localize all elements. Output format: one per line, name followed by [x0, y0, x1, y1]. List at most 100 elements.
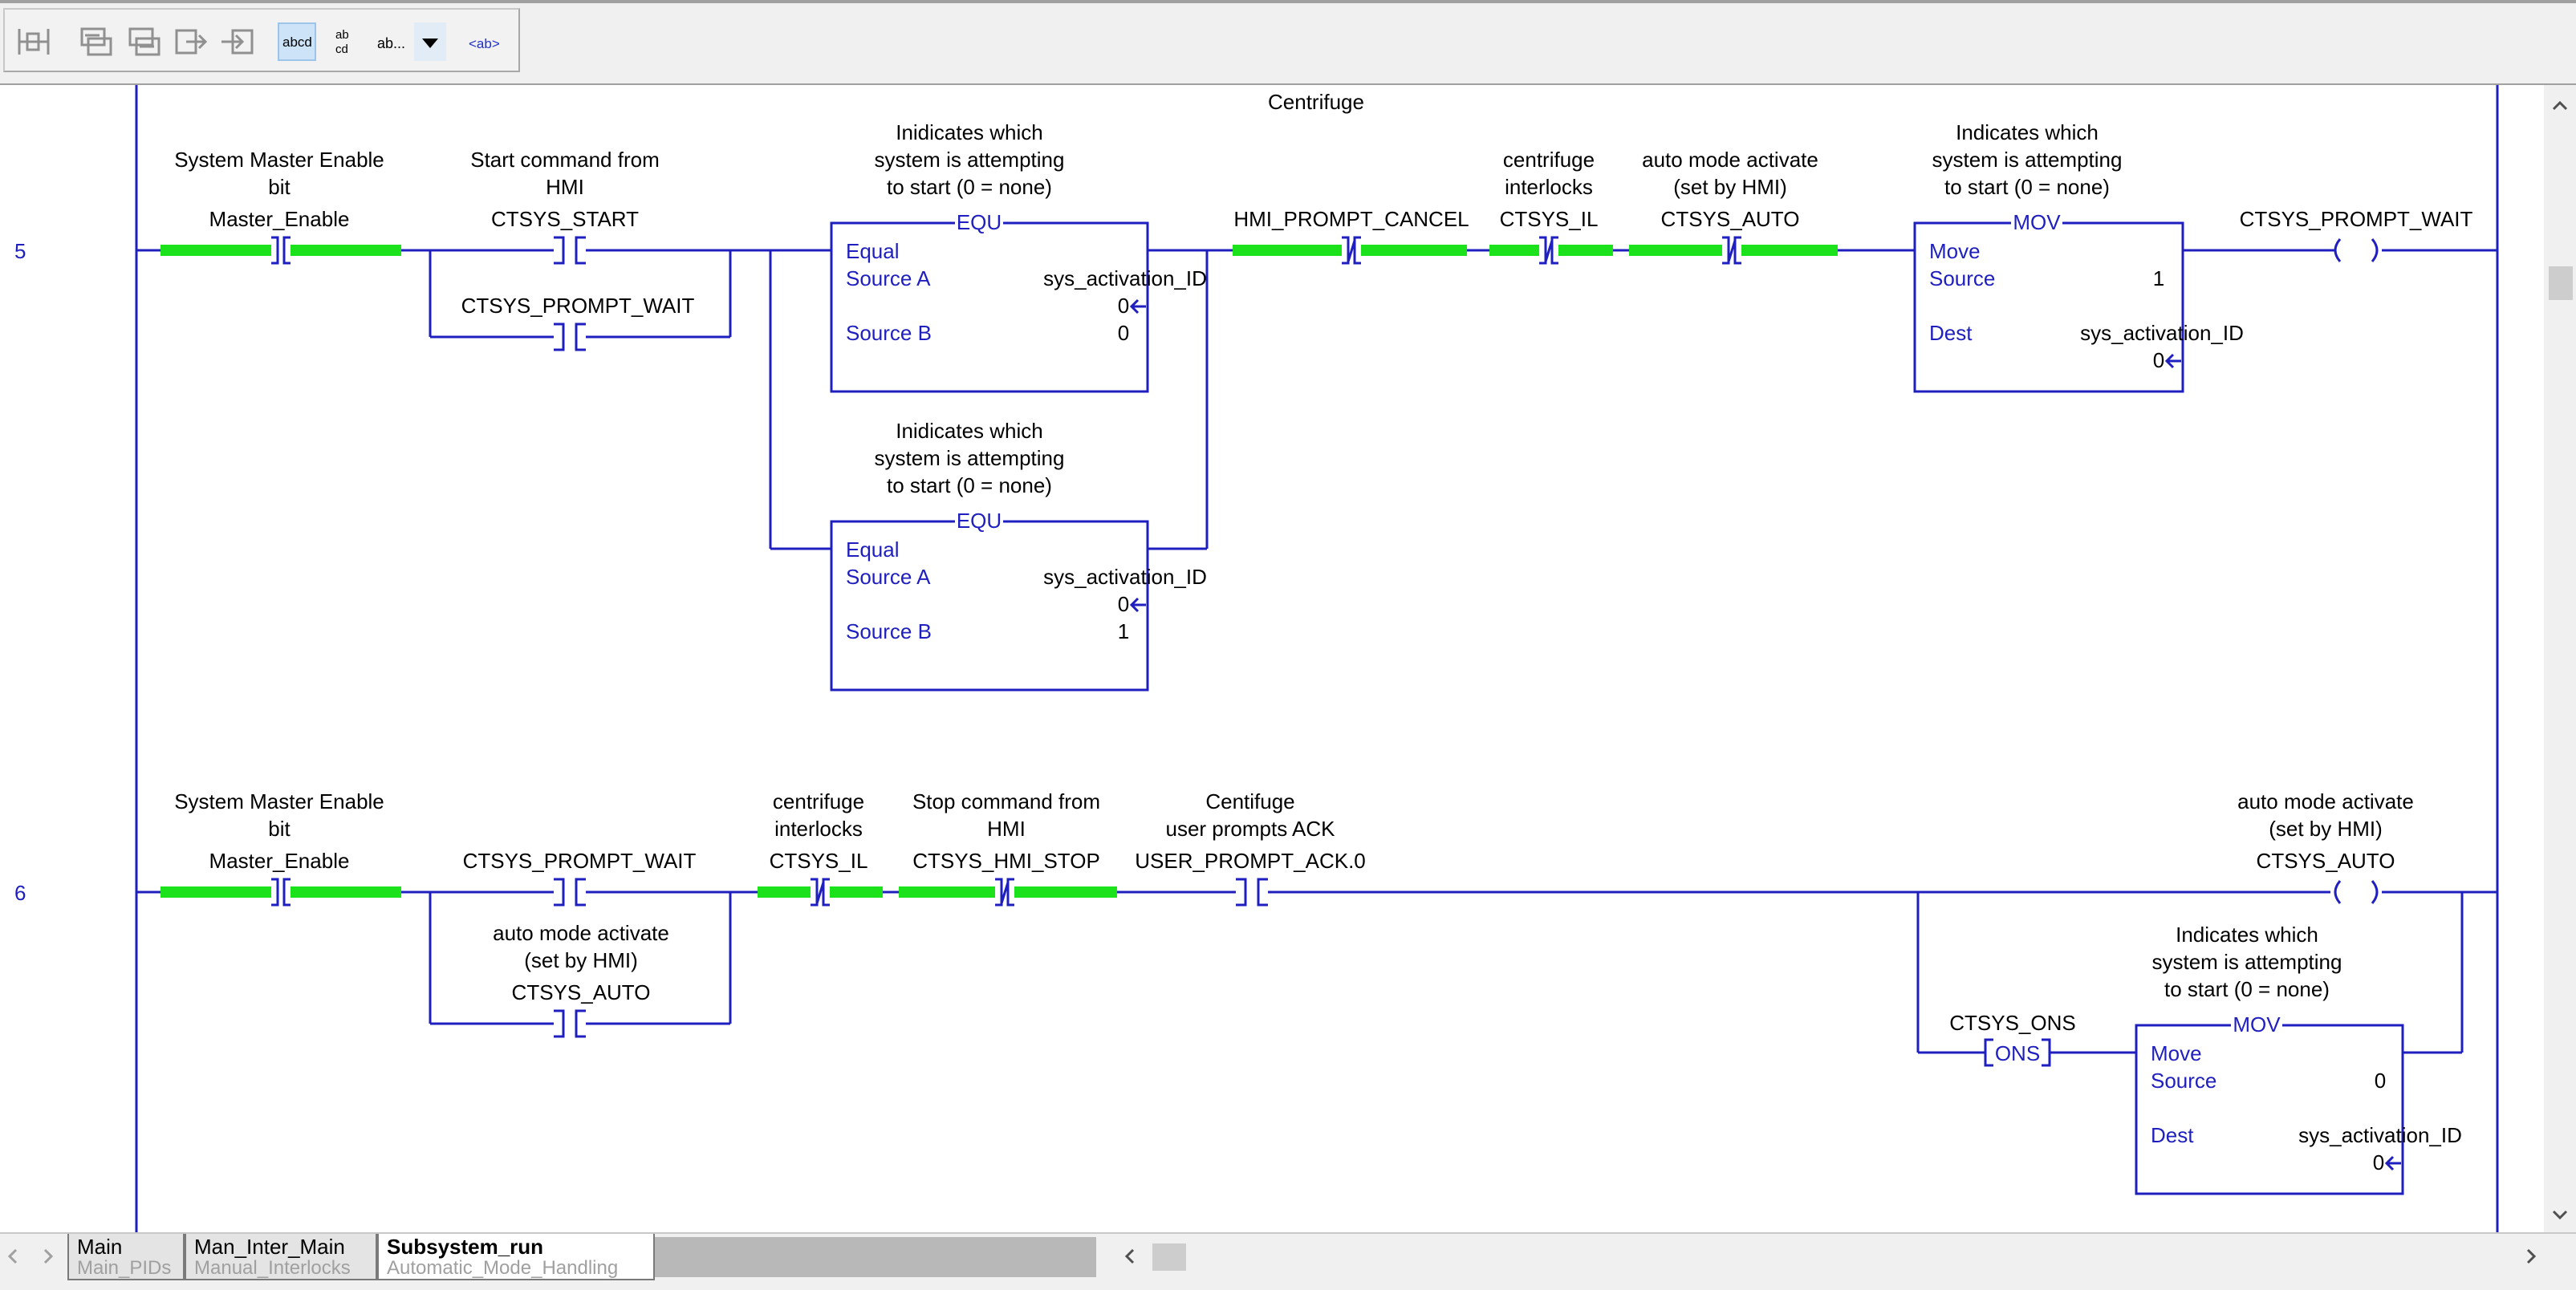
- contact-tag: HMI_PROMPT_CANCEL: [1233, 207, 1469, 231]
- instruction-description: Inidicates which: [896, 419, 1043, 443]
- chevron-right-icon[interactable]: [2526, 1248, 2537, 1264]
- coil-tag: CTSYS_PROMPT_WAIT: [2240, 207, 2473, 231]
- chevron-down-icon[interactable]: [2552, 1210, 2568, 1220]
- toolbar: abcd ab cd ab... <ab>: [0, 0, 2576, 74]
- coil-description: auto mode activate: [2237, 789, 2414, 813]
- tab-label: Main: [77, 1235, 123, 1259]
- rung-6[interactable]: 6 System Master Enable bit Master_Enable…: [14, 789, 2497, 1195]
- instruction-title: Move: [1929, 239, 1981, 263]
- source-a-label: Source A: [846, 266, 931, 290]
- mov-block-rung5[interactable]: Indicates which system is attempting to …: [1913, 120, 2244, 393]
- source-a-value: 0: [1118, 592, 1129, 616]
- instruction-description: Indicates which: [2176, 923, 2318, 947]
- tab-man-inter-main[interactable]: Man_Inter_Main Manual_Interlocks: [185, 1234, 377, 1280]
- contact-ctsys-auto[interactable]: auto mode activate (set by HMI) CTSYS_AU…: [1629, 148, 1838, 265]
- contact-ctsys-il[interactable]: centrifuge interlocks CTSYS_IL: [1489, 148, 1613, 265]
- equ-block-2[interactable]: Inidicates which system is attempting to…: [830, 419, 1207, 692]
- source-a-label: Source A: [846, 565, 931, 589]
- ladder-editor[interactable]: .w { stroke:#1f1fc0; stroke-width:3; fil…: [0, 85, 2544, 1232]
- contact-description: System Master Enable: [174, 148, 384, 172]
- mov-block-rung6[interactable]: Indicates which system is attempting to …: [2135, 923, 2462, 1195]
- import-icon[interactable]: [218, 22, 257, 61]
- instruction-description: to start (0 = none): [2164, 977, 2330, 1001]
- contact-master-enable[interactable]: System Master Enable bit Master_Enable: [160, 148, 401, 265]
- source-label: Source: [1929, 266, 1995, 290]
- contact-ctsys-prompt-wait[interactable]: CTSYS_PROMPT_WAIT: [461, 294, 695, 351]
- contact-master-enable[interactable]: System Master Enable bit Master_Enable: [160, 789, 401, 907]
- source-value[interactable]: 1: [2153, 266, 2164, 290]
- dropdown-icon[interactable]: [414, 22, 446, 61]
- tab-main[interactable]: Main Main_PIDs: [67, 1234, 185, 1280]
- contact-tag: CTSYS_HMI_STOP: [912, 849, 1100, 873]
- source-label: Source: [2151, 1069, 2216, 1093]
- source-b-label: Source B: [846, 321, 932, 345]
- contact-ctsys-il[interactable]: centrifuge interlocks CTSYS_IL: [758, 789, 883, 907]
- instruction-name: MOV: [2013, 210, 2061, 234]
- contact-tag: CTSYS_IL: [1500, 207, 1599, 231]
- source-b-value[interactable]: 1: [1118, 619, 1129, 643]
- source-a-tag[interactable]: sys_activation_ID: [1043, 266, 1207, 290]
- source-a-tag[interactable]: sys_activation_ID: [1043, 565, 1207, 589]
- contact-description: HMI: [546, 175, 584, 199]
- coil-ctsys-auto[interactable]: auto mode activate (set by HMI) CTSYS_AU…: [2237, 789, 2414, 904]
- contact-ctsys-hmi-stop[interactable]: Stop command from HMI CTSYS_HMI_STOP: [899, 789, 1117, 907]
- tag-bracket-icon[interactable]: <ab>: [464, 22, 509, 61]
- source-b-value[interactable]: 0: [1118, 321, 1129, 345]
- nested-branch-icon[interactable]: [125, 22, 164, 61]
- instruction-description: to start (0 = none): [1944, 175, 2110, 199]
- tab-subsystem-run[interactable]: Subsystem_run Automatic_Mode_Handling: [377, 1234, 655, 1280]
- toolbar-separator: [0, 74, 2576, 85]
- instruction-title: Equal: [846, 239, 900, 263]
- chevron-right-icon[interactable]: [43, 1248, 54, 1264]
- instruction-name: EQU: [957, 210, 1002, 234]
- coil-ctsys-prompt-wait[interactable]: CTSYS_PROMPT_WAIT: [2240, 207, 2473, 262]
- vertical-scrollbar[interactable]: [2544, 85, 2576, 1232]
- contact-user-prompt-ack[interactable]: Centifuge user prompts ACK USER_PROMPT_A…: [1135, 789, 1366, 907]
- contact-description: Stop command from: [912, 789, 1100, 813]
- instruction-description: to start (0 = none): [887, 473, 1052, 497]
- text-wrap-icon[interactable]: abcd: [278, 22, 316, 61]
- contact-description: Start command from: [470, 148, 660, 172]
- instruction-description: to start (0 = none): [887, 175, 1052, 199]
- toolbar-group: abcd ab cd ab... <ab>: [3, 8, 520, 72]
- tag-display-icon[interactable]: ab cd: [326, 22, 364, 61]
- dest-value: 0: [2153, 348, 2164, 372]
- svg-text:cd: cd: [335, 43, 348, 56]
- contact-description: interlocks: [1505, 175, 1593, 199]
- tag-bracket-glyph: <ab>: [469, 36, 500, 51]
- contact-description: Centifuge: [1205, 789, 1294, 813]
- contact-description: bit: [268, 175, 291, 199]
- contact-ctsys-auto[interactable]: auto mode activate (set by HMI) CTSYS_AU…: [493, 921, 669, 1038]
- source-b-label: Source B: [846, 619, 932, 643]
- ons-instruction[interactable]: ONS CTSYS_ONS: [1949, 1011, 2076, 1067]
- tag-format-icon[interactable]: ab...: [372, 22, 411, 61]
- instruction-description: system is attempting: [875, 148, 1065, 172]
- rung-icon[interactable]: [14, 22, 53, 61]
- contact-hmi-prompt-cancel[interactable]: HMI_PROMPT_CANCEL: [1233, 207, 1469, 265]
- contact-description: centrifuge: [773, 789, 864, 813]
- tab-sublabel: Automatic_Mode_Handling: [387, 1257, 619, 1279]
- contact-ctsys-start[interactable]: Start command from HMI CTSYS_START: [470, 148, 660, 265]
- scrollbar-thumb[interactable]: [2549, 266, 2573, 300]
- source-a-value: 0: [1118, 294, 1129, 318]
- contact-ctsys-prompt-wait[interactable]: CTSYS_PROMPT_WAIT: [463, 849, 697, 907]
- contact-description: System Master Enable: [174, 789, 384, 813]
- svg-text:ab: ab: [335, 28, 349, 42]
- contact-description: auto mode activate: [493, 921, 669, 945]
- instruction-description: system is attempting: [875, 446, 1065, 470]
- chevron-left-icon[interactable]: [7, 1248, 18, 1264]
- coil-tag: CTSYS_AUTO: [2257, 849, 2395, 873]
- export-icon[interactable]: [172, 22, 210, 61]
- dest-tag[interactable]: sys_activation_ID: [2298, 1123, 2462, 1147]
- horizontal-scrollbar[interactable]: [1107, 1234, 2544, 1282]
- horizontal-scroll-filler: [655, 1237, 1096, 1277]
- source-value[interactable]: 0: [2375, 1069, 2386, 1093]
- scrollbar-thumb[interactable]: [1152, 1243, 1186, 1271]
- dest-tag[interactable]: sys_activation_ID: [2080, 321, 2244, 345]
- equ-block-1[interactable]: Inidicates which system is attempting to…: [830, 120, 1207, 393]
- rung-5[interactable]: 5 Centrifuge System Master Enable bit Ma…: [14, 90, 2497, 692]
- chevron-up-icon[interactable]: [2552, 100, 2568, 111]
- instruction-description: system is attempting: [1932, 148, 2123, 172]
- chevron-left-icon[interactable]: [1124, 1248, 1135, 1264]
- branch-icon[interactable]: [77, 22, 116, 61]
